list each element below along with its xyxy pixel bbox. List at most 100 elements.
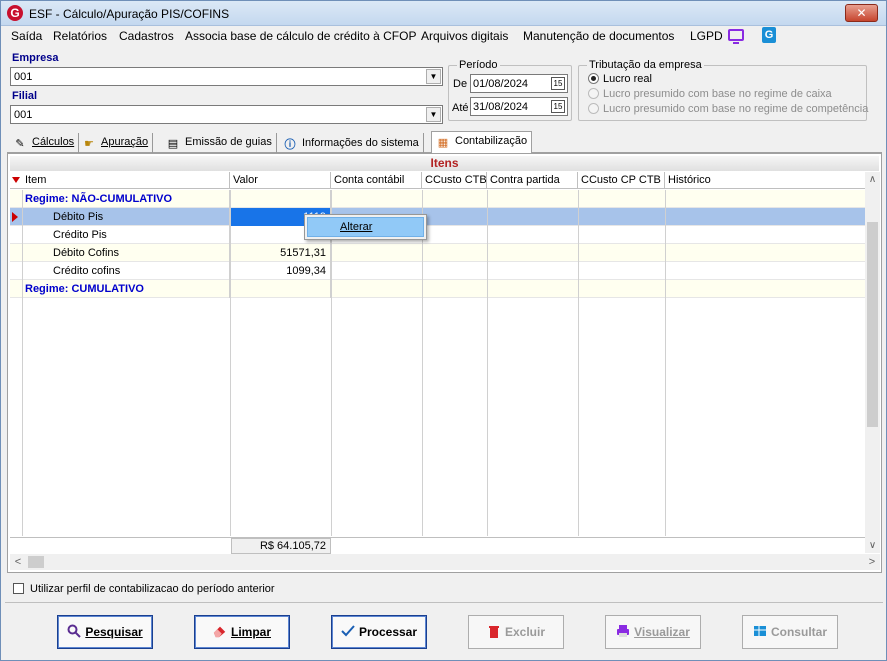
calendar-icon: ▦ <box>437 137 449 149</box>
filial-select[interactable]: 001 ▼ <box>10 105 443 124</box>
grid-title: Itens <box>10 156 879 171</box>
menu-relatorios[interactable]: Relatórios <box>53 29 107 43</box>
chevron-down-icon[interactable]: ▼ <box>426 107 441 122</box>
tab-apuracao[interactable]: ☛ Apuração <box>78 133 154 153</box>
context-menu: Alterar <box>304 214 427 240</box>
document-icon: ▤ <box>167 138 179 150</box>
table-row-selected[interactable]: Débito Pis 1119 <box>10 208 865 226</box>
monitor-icon[interactable] <box>728 29 744 44</box>
window-title: ESF - Cálculo/Apuração PIS/COFINS <box>29 7 230 21</box>
perfil-anterior-checkbox[interactable]: Utilizar perfil de contabilizacao do per… <box>13 583 275 595</box>
scroll-thumb[interactable] <box>867 222 878 427</box>
cell-item: Regime: CUMULATIVO <box>22 280 230 298</box>
tab-strip: ✎ Cálculos ☛ Apuração ▤ Emissão de guias ⓘ I… <box>7 131 882 153</box>
table-row[interactable]: Regime: CUMULATIVO <box>10 280 865 298</box>
scroll-thumb[interactable] <box>28 556 44 568</box>
periodo-group: Período De 01/08/2024 15 Até 31/08/2024 … <box>448 59 572 121</box>
column-header-valor[interactable]: Valor <box>230 172 331 189</box>
radio-label: Lucro real <box>603 73 652 85</box>
periodo-legend: Período <box>457 59 500 71</box>
column-header-item[interactable]: Item <box>22 172 230 189</box>
column-header-ccusto-cp-ctb[interactable]: CCusto CP CTB <box>578 172 665 189</box>
scroll-down-icon[interactable]: ∨ <box>865 538 880 553</box>
menu-lgpd[interactable]: LGPD <box>690 29 723 43</box>
scroll-right-icon[interactable]: > <box>864 554 880 570</box>
g-app-icon[interactable]: G <box>762 27 776 43</box>
visualizar-button[interactable]: Visualizar <box>605 615 701 649</box>
consultar-button[interactable]: Consultar <box>742 615 838 649</box>
title-bar[interactable]: G ESF - Cálculo/Apuração PIS/COFINS ✕ <box>1 1 886 26</box>
grid-line <box>331 190 332 536</box>
grid-line <box>230 190 231 536</box>
checkbox-icon[interactable] <box>13 583 24 594</box>
excluir-button[interactable]: Excluir <box>468 615 564 649</box>
radio-label: Lucro presumido com base no regime de co… <box>603 103 869 115</box>
info-icon: ⓘ <box>284 139 296 151</box>
cell-valor[interactable] <box>230 190 331 208</box>
radio-lucro-presumido-competencia[interactable]: Lucro presumido com base no regime de co… <box>588 103 868 115</box>
horizontal-scrollbar[interactable]: < > <box>10 554 880 570</box>
tab-calculos[interactable]: ✎ Cálculos <box>9 133 80 153</box>
tributacao-group: Tributação da empresa Lucro real Lucro p… <box>578 59 868 121</box>
menu-associa-base[interactable]: Associa base de cálculo de crédito à CFO… <box>185 29 416 43</box>
tributacao-legend: Tributação da empresa <box>587 59 704 71</box>
radio-icon[interactable] <box>588 88 599 99</box>
column-header-ccusto-ctb[interactable]: CCusto CTB <box>422 172 487 189</box>
table-row[interactable]: Regime: NÃO-CUMULATIVO <box>10 190 865 208</box>
cell-item: Crédito Pis <box>22 226 230 244</box>
app-logo-icon: G <box>7 5 23 21</box>
grid-body[interactable]: Regime: NÃO-CUMULATIVO Débito Pis 1119 C… <box>10 190 865 536</box>
filial-value: 001 <box>14 109 33 121</box>
grid-line <box>665 190 666 536</box>
tab-contabilizacao[interactable]: ▦ Contabilização <box>431 131 533 153</box>
tab-informacoes-sistema[interactable]: ⓘ Informações do sistema <box>279 133 424 153</box>
vertical-scrollbar[interactable]: ∧ ∨ <box>865 172 880 553</box>
printer-icon <box>617 625 630 637</box>
context-menu-alterar[interactable]: Alterar <box>307 217 424 237</box>
menu-manutencao-documentos[interactable]: Manutenção de documentos <box>523 29 674 43</box>
empresa-select[interactable]: 001 ▼ <box>10 67 443 86</box>
divider <box>5 602 883 603</box>
column-header-conta-contabil[interactable]: Conta contábil <box>331 172 422 189</box>
pesquisar-button[interactable]: Pesquisar <box>57 615 153 649</box>
close-button[interactable]: ✕ <box>845 4 878 22</box>
cell-item: Débito Cofins <box>22 244 230 262</box>
scroll-up-icon[interactable]: ∧ <box>865 172 880 187</box>
radio-selected-icon[interactable] <box>588 73 599 84</box>
calendar-icon[interactable]: 15 <box>551 100 565 113</box>
table-row[interactable]: Crédito cofins 1099,34 <box>10 262 865 280</box>
scroll-left-icon[interactable]: < <box>10 554 26 570</box>
cell-valor[interactable]: 51571,31 <box>230 244 331 262</box>
cell-item: Crédito cofins <box>22 262 230 280</box>
radio-lucro-real[interactable]: Lucro real <box>588 73 652 85</box>
table-search-icon <box>753 626 766 636</box>
table-row[interactable]: Crédito Pis 238 <box>10 226 865 244</box>
date-from-input[interactable]: 01/08/2024 15 <box>470 74 568 93</box>
limpar-button[interactable]: Limpar <box>194 615 290 649</box>
total-value: R$ 64.105,72 <box>231 538 331 554</box>
checkbox-label: Utilizar perfil de contabilizacao do per… <box>30 583 275 595</box>
tab-emissao-guias[interactable]: ▤ Emissão de guias <box>162 133 277 153</box>
search-icon <box>67 624 82 638</box>
row-pointer-icon <box>12 212 18 222</box>
grid-line <box>22 190 23 536</box>
sort-indicator-icon <box>12 177 20 183</box>
cell-valor[interactable]: 1099,34 <box>230 262 331 280</box>
column-header-contra-partida[interactable]: Contra partida <box>487 172 578 189</box>
menu-arquivos-digitais[interactable]: Arquivos digitais <box>421 29 508 43</box>
cell-item: Regime: NÃO-CUMULATIVO <box>22 190 230 208</box>
chevron-down-icon[interactable]: ▼ <box>426 69 441 84</box>
menu-saida[interactable]: Saída <box>11 29 42 43</box>
calendar-icon[interactable]: 15 <box>551 77 565 90</box>
date-to-input[interactable]: 31/08/2024 15 <box>470 97 568 116</box>
date-from-value: 01/08/2024 <box>473 78 529 90</box>
cell-valor[interactable] <box>230 280 331 298</box>
menu-cadastros[interactable]: Cadastros <box>119 29 174 43</box>
table-row[interactable]: Débito Cofins 51571,31 <box>10 244 865 262</box>
date-to-value: 31/08/2024 <box>473 101 529 113</box>
cell-item: Débito Pis <box>22 208 230 226</box>
column-header-historico[interactable]: Histórico <box>665 172 865 189</box>
processar-button[interactable]: Processar <box>331 615 427 649</box>
radio-icon[interactable] <box>588 103 599 114</box>
radio-lucro-presumido-caixa[interactable]: Lucro presumido com base no regime de ca… <box>588 88 832 100</box>
